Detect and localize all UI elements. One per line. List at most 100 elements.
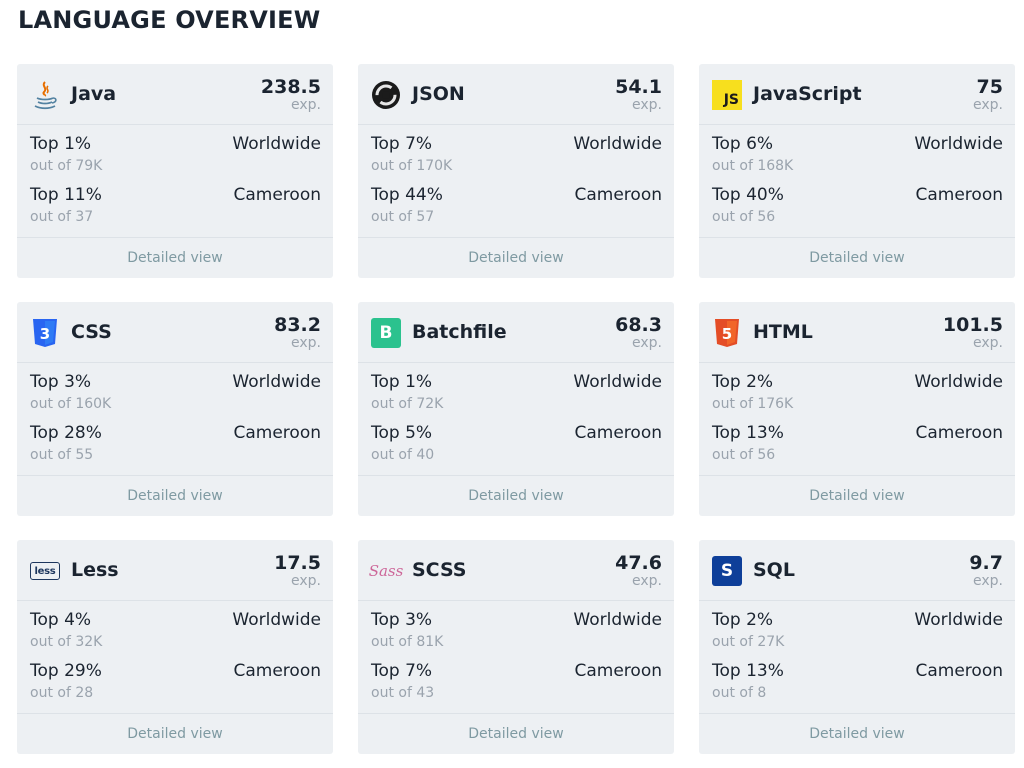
worldwide-rank: Top 4% out of 32K Worldwide — [30, 610, 321, 656]
language-card-javascript: JS JavaScript 75 exp. Top 6% out of 168K… — [699, 64, 1015, 278]
experience-score: 47.6 — [615, 552, 662, 574]
rank-region: Cameroon — [915, 423, 1004, 443]
scss-icon: Sass — [368, 556, 404, 586]
language-card-less: less Less 17.5 exp. Top 4% out of 32K Wo… — [17, 540, 333, 754]
page-title: LANGUAGE OVERVIEW — [18, 6, 321, 34]
batchfile-logo-text: B — [371, 318, 401, 348]
language-card-css: 3 CSS 83.2 exp. Top 3% out of 160K World… — [17, 302, 333, 516]
java-icon — [30, 80, 60, 110]
language-name: CSS — [71, 321, 112, 343]
rank-total: out of 43 — [371, 685, 435, 701]
rank-percent: Top 5% — [371, 423, 433, 443]
score-unit: exp. — [291, 97, 321, 113]
country-rank: Top 5% out of 40 Cameroon — [371, 423, 662, 469]
language-name: Batchfile — [412, 321, 507, 343]
sql-icon: S — [712, 556, 742, 586]
language-card-scss: Sass SCSS 47.6 exp. Top 3% out of 81K Wo… — [358, 540, 674, 754]
rank-percent: Top 13% — [712, 661, 784, 681]
card-header: 5 HTML 101.5 exp. — [699, 302, 1015, 363]
score-unit: exp. — [632, 573, 662, 589]
worldwide-rank: Top 3% out of 81K Worldwide — [371, 610, 662, 656]
rank-total: out of 79K — [30, 158, 103, 174]
language-grid: Java 238.5 exp. Top 1% out of 79K Worldw… — [17, 64, 1015, 754]
detailed-view-link[interactable]: Detailed view — [809, 250, 904, 266]
language-name: JavaScript — [753, 83, 862, 105]
rank-region: Worldwide — [914, 134, 1003, 154]
language-name: Java — [71, 83, 117, 105]
less-icon: less — [30, 556, 60, 586]
rank-region: Worldwide — [914, 372, 1003, 392]
worldwide-rank: Top 3% out of 160K Worldwide — [30, 372, 321, 418]
rank-region: Worldwide — [573, 610, 662, 630]
rank-region: Cameroon — [233, 661, 322, 681]
worldwide-rank: Top 1% out of 79K Worldwide — [30, 134, 321, 180]
javascript-logo-text: JS — [712, 80, 742, 110]
worldwide-rank: Top 6% out of 168K Worldwide — [712, 134, 1003, 180]
card-footer: Detailed view — [699, 237, 1015, 278]
language-name: Less — [71, 559, 119, 581]
rank-percent: Top 7% — [371, 134, 433, 154]
css-icon: 3 — [30, 318, 60, 348]
score-unit: exp. — [291, 573, 321, 589]
rank-percent: Top 2% — [712, 372, 774, 392]
detailed-view-link[interactable]: Detailed view — [809, 726, 904, 742]
country-rank: Top 11% out of 37 Cameroon — [30, 185, 321, 231]
card-footer: Detailed view — [699, 475, 1015, 516]
score-unit: exp. — [973, 97, 1003, 113]
scss-logo-text: Sass — [368, 562, 404, 580]
rank-region: Worldwide — [914, 610, 1003, 630]
score-unit: exp. — [632, 97, 662, 113]
rank-total: out of 28 — [30, 685, 94, 701]
language-name: JSON — [412, 83, 465, 105]
card-header: Java 238.5 exp. — [17, 64, 333, 125]
detailed-view-link[interactable]: Detailed view — [127, 726, 222, 742]
country-rank: Top 28% out of 55 Cameroon — [30, 423, 321, 469]
rank-total: out of 40 — [371, 447, 435, 463]
card-footer: Detailed view — [17, 713, 333, 754]
rank-percent: Top 44% — [371, 185, 443, 205]
rank-region: Worldwide — [232, 134, 321, 154]
worldwide-rank: Top 7% out of 170K Worldwide — [371, 134, 662, 180]
rank-total: out of 56 — [712, 209, 776, 225]
detailed-view-link[interactable]: Detailed view — [127, 488, 222, 504]
score-unit: exp. — [973, 573, 1003, 589]
rank-total: out of 27K — [712, 634, 785, 650]
country-rank: Top 44% out of 57 Cameroon — [371, 185, 662, 231]
card-header: less Less 17.5 exp. — [17, 540, 333, 601]
language-name: SQL — [753, 559, 795, 581]
javascript-icon: JS — [712, 80, 742, 110]
card-footer: Detailed view — [358, 237, 674, 278]
rank-region: Cameroon — [233, 185, 322, 205]
detailed-view-link[interactable]: Detailed view — [809, 488, 904, 504]
card-header: S SQL 9.7 exp. — [699, 540, 1015, 601]
card-footer: Detailed view — [358, 713, 674, 754]
detailed-view-link[interactable]: Detailed view — [468, 488, 563, 504]
language-card-json: JSON 54.1 exp. Top 7% out of 170K Worldw… — [358, 64, 674, 278]
language-card-batchfile: B Batchfile 68.3 exp. Top 1% out of 72K … — [358, 302, 674, 516]
language-card-html: 5 HTML 101.5 exp. Top 2% out of 176K Wor… — [699, 302, 1015, 516]
json-icon — [371, 80, 401, 110]
experience-score: 75 — [976, 76, 1003, 98]
score-unit: exp. — [973, 335, 1003, 351]
detailed-view-link[interactable]: Detailed view — [468, 250, 563, 266]
rank-total: out of 176K — [712, 396, 794, 412]
rank-total: out of 8 — [712, 685, 767, 701]
rank-region: Worldwide — [573, 372, 662, 392]
card-footer: Detailed view — [17, 237, 333, 278]
rank-region: Cameroon — [233, 423, 322, 443]
country-rank: Top 29% out of 28 Cameroon — [30, 661, 321, 707]
rank-percent: Top 29% — [30, 661, 102, 681]
rank-total: out of 81K — [371, 634, 444, 650]
rank-region: Cameroon — [915, 661, 1004, 681]
detailed-view-link[interactable]: Detailed view — [468, 726, 563, 742]
country-rank: Top 13% out of 56 Cameroon — [712, 423, 1003, 469]
worldwide-rank: Top 2% out of 27K Worldwide — [712, 610, 1003, 656]
rank-total: out of 56 — [712, 447, 776, 463]
country-rank: Top 13% out of 8 Cameroon — [712, 661, 1003, 707]
experience-score: 83.2 — [274, 314, 321, 336]
language-card-sql: S SQL 9.7 exp. Top 2% out of 27K Worldwi… — [699, 540, 1015, 754]
detailed-view-link[interactable]: Detailed view — [127, 250, 222, 266]
card-footer: Detailed view — [17, 475, 333, 516]
rank-percent: Top 11% — [30, 185, 102, 205]
experience-score: 101.5 — [942, 314, 1003, 336]
